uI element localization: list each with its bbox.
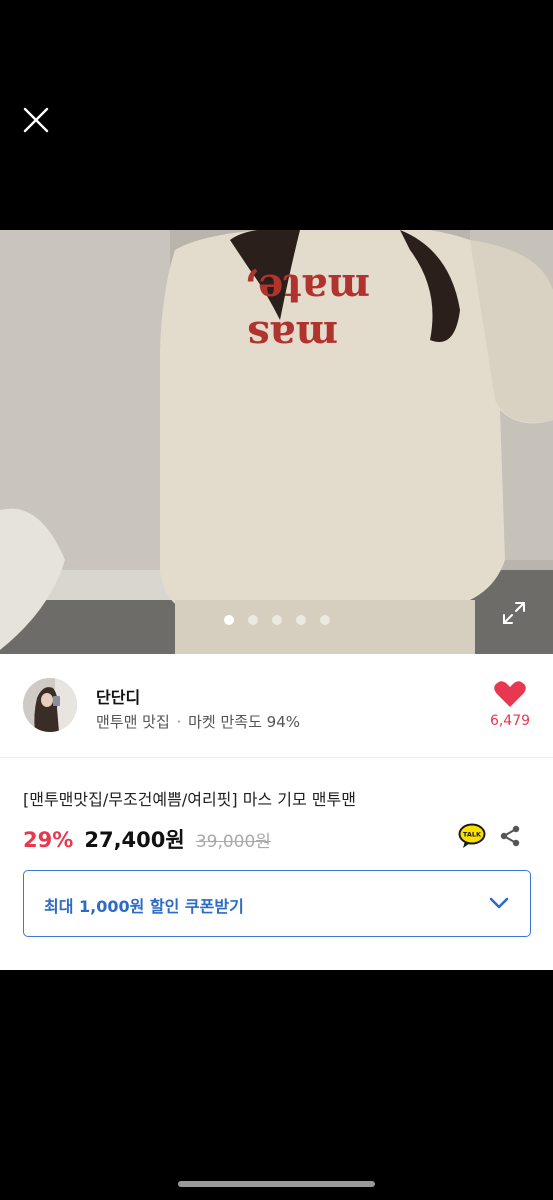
seller-name[interactable]: 단단디	[96, 684, 140, 708]
svg-text:TALK: TALK	[463, 831, 482, 839]
product-info-panel: 단단디 맨투맨 맛집 · 마켓 만족도 94% 6,479 [맨투맨맛집/무조건…	[0, 654, 553, 970]
share-icon	[500, 825, 520, 847]
coupon-label: 최대 1,000원 할인 쿠폰받기	[44, 897, 244, 916]
pagination-dot-4[interactable]	[295, 615, 306, 625]
chevron-down-icon	[489, 897, 509, 909]
expand-icon	[503, 602, 525, 624]
expand-button[interactable]	[501, 600, 527, 626]
kakaotalk-button[interactable]: TALK	[458, 823, 486, 849]
seller-avatar[interactable]	[23, 678, 77, 732]
pagination-dot-2[interactable]	[247, 615, 258, 625]
image-pagination	[0, 615, 553, 627]
sale-price: 27,400원	[84, 828, 185, 852]
seller-subtitle: 맨투맨 맛집 · 마켓 만족도 94%	[96, 711, 300, 732]
like-button[interactable]	[492, 680, 528, 708]
share-button[interactable]	[498, 824, 522, 848]
product-photo[interactable]: mate, mas	[0, 230, 553, 654]
pagination-dot-1[interactable]	[223, 615, 234, 625]
avatar-image	[23, 678, 77, 732]
product-photo-graphic: mate, mas	[0, 230, 553, 654]
home-indicator[interactable]	[178, 1181, 375, 1187]
seller-store-name: 맨투맨 맛집	[96, 713, 170, 731]
close-icon	[23, 107, 49, 133]
separator: ·	[176, 713, 182, 731]
original-price: 39,000원	[195, 832, 271, 852]
market-satisfaction: 마켓 만족도 94%	[188, 713, 301, 731]
coupon-button[interactable]: 최대 1,000원 할인 쿠폰받기	[23, 870, 531, 937]
product-title: [맨투맨맛집/무조건예쁨/여리핏] 마스 기모 맨투맨	[23, 790, 356, 809]
print-text-bottom: mas	[247, 312, 338, 359]
like-count: 6,479	[489, 713, 531, 729]
price-row: 29% 27,400원 39,000원	[23, 824, 271, 854]
seller-section: 단단디 맨투맨 맛집 · 마켓 만족도 94% 6,479	[0, 654, 553, 758]
print-text-top: mate,	[244, 265, 370, 312]
close-button[interactable]	[20, 104, 52, 136]
heart-icon	[494, 681, 526, 707]
talk-icon: TALK	[458, 823, 486, 848]
discount-rate: 29%	[23, 828, 74, 852]
pagination-dot-5[interactable]	[319, 615, 330, 625]
pagination-dot-3[interactable]	[271, 615, 282, 625]
